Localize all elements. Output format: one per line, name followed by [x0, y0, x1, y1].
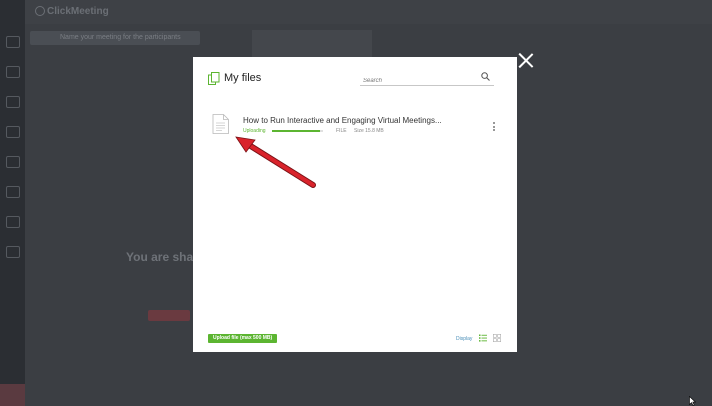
left-rail: [0, 0, 25, 406]
upload-status: Uploading: [243, 128, 266, 134]
leave-button: [0, 384, 25, 406]
brand-logo-icon: [35, 6, 45, 16]
shared-heading: You are sha: [126, 250, 194, 264]
file-row[interactable]: How to Run Interactive and Engaging Virt…: [209, 114, 503, 138]
search-icon[interactable]: [481, 72, 490, 81]
kebab-menu-icon[interactable]: [492, 122, 496, 132]
rail-icon: [6, 156, 20, 168]
background-button: [148, 310, 190, 321]
search-input[interactable]: [360, 74, 473, 88]
upload-file-button[interactable]: Upload file (max 500 MB): [208, 334, 278, 343]
search-box: [360, 69, 494, 88]
background-panel: [252, 30, 372, 60]
document-icon: [212, 114, 229, 134]
rail-icon: [6, 246, 20, 258]
file-type: FILE: [336, 128, 347, 134]
list-view-icon[interactable]: [479, 334, 487, 342]
display-label: Display: [456, 336, 473, 342]
rail-icon: [6, 66, 20, 78]
file-size: Size 15.8 MB: [354, 128, 384, 134]
upload-progress-bar: [272, 130, 323, 132]
rail-icon: [6, 96, 20, 108]
my-files-dialog: My files How to Run Interactive and Enga…: [193, 57, 517, 352]
rail-icon: [6, 126, 20, 138]
rail-icon: [6, 216, 20, 228]
files-icon: [208, 72, 220, 85]
grid-view-icon[interactable]: [493, 334, 501, 342]
meeting-name-hint: Name your meeting for the participants: [30, 31, 200, 45]
close-icon[interactable]: [518, 53, 534, 69]
dialog-title: My files: [224, 72, 262, 84]
file-name: How to Run Interactive and Engaging Virt…: [243, 116, 442, 125]
rail-icon: [6, 186, 20, 198]
brand-name: ClickMeeting: [47, 6, 109, 17]
rail-icon: [6, 36, 20, 48]
mouse-cursor-icon: [689, 396, 696, 406]
upload-progress-fill: [272, 130, 321, 132]
top-bar: [25, 0, 712, 24]
